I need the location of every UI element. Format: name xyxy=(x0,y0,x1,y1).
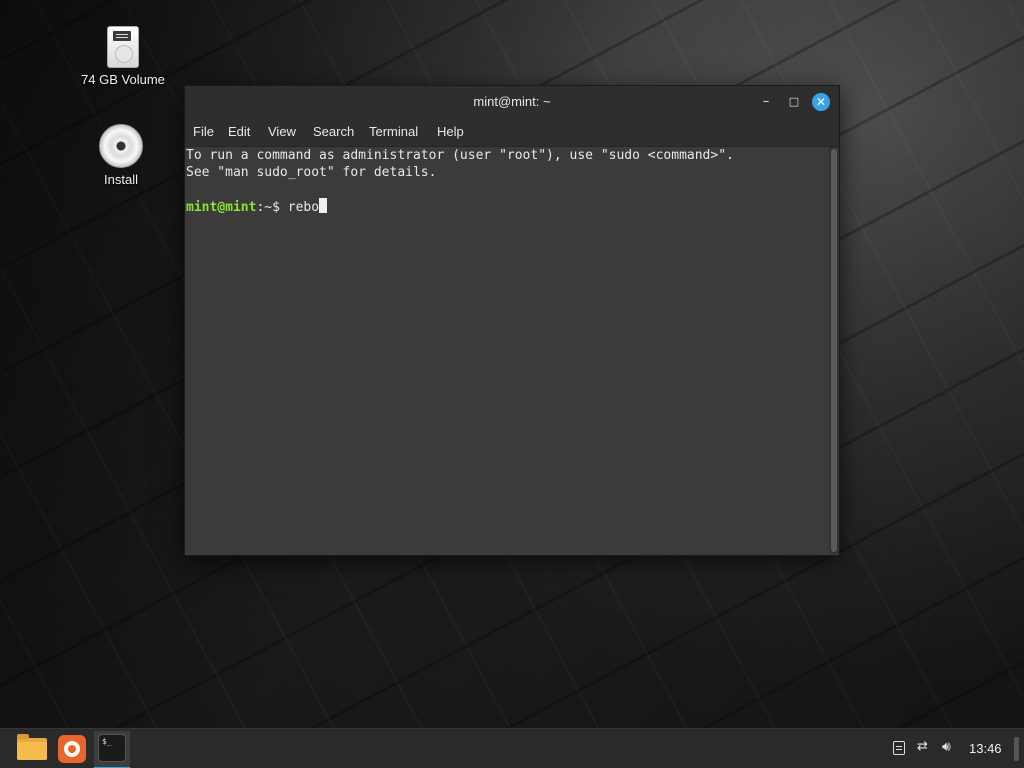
terminal-line: See "man sudo_root" for details. xyxy=(186,165,437,180)
prompt-symbol: $ xyxy=(272,200,288,215)
terminal-line: To run a command as administrator (user … xyxy=(186,148,734,163)
desktop: 74 GB Volume Install mint@mint: ~ – □ ✕ … xyxy=(0,0,1024,768)
prompt-line[interactable]: mint@mint:~$ rebo xyxy=(186,198,328,216)
menu-search[interactable]: Search xyxy=(313,124,354,139)
menu-edit[interactable]: Edit xyxy=(228,124,250,139)
terminal-window[interactable]: mint@mint: ~ – □ ✕ File Edit View Search… xyxy=(184,85,840,556)
show-desktop-button[interactable] xyxy=(1014,737,1019,761)
volume-icon[interactable]: 🔊︎ xyxy=(942,739,951,755)
desktop-icon-label: Install xyxy=(104,172,138,187)
firefox-icon xyxy=(58,735,86,763)
terminal-icon: $_ xyxy=(98,734,126,762)
terminal-launcher[interactable]: $_ xyxy=(94,731,130,768)
menu-bar: File Edit View Search Terminal Help xyxy=(185,118,839,147)
menu-view[interactable]: View xyxy=(268,124,296,139)
close-button[interactable]: ✕ xyxy=(812,93,830,111)
firefox-launcher[interactable] xyxy=(56,733,88,765)
window-titlebar[interactable]: mint@mint: ~ – □ ✕ xyxy=(185,86,839,118)
notes-icon[interactable] xyxy=(893,741,905,755)
desktop-icon-volume[interactable]: 74 GB Volume xyxy=(73,26,173,87)
minimize-button[interactable]: – xyxy=(757,93,775,111)
menu-file[interactable]: File xyxy=(193,124,214,139)
drive-icon xyxy=(107,26,139,68)
scrollbar[interactable] xyxy=(829,147,839,554)
terminal-output[interactable]: To run a command as administrator (user … xyxy=(185,147,829,554)
desktop-icon-install[interactable]: Install xyxy=(71,124,171,187)
files-launcher[interactable] xyxy=(16,733,48,765)
folder-icon xyxy=(17,734,47,760)
menu-help[interactable]: Help xyxy=(437,124,464,139)
maximize-button[interactable]: □ xyxy=(785,93,803,111)
command-input[interactable]: rebo xyxy=(288,200,319,215)
text-cursor xyxy=(319,198,328,213)
window-title: mint@mint: ~ xyxy=(473,94,551,109)
desktop-icon-label: 74 GB Volume xyxy=(81,72,165,87)
taskbar: $_ ⇄ 🔊︎ 13:46 xyxy=(0,728,1024,768)
prompt-path: :~ xyxy=(256,200,273,215)
menu-terminal[interactable]: Terminal xyxy=(369,124,418,139)
network-disconnected-icon[interactable]: ⇄ xyxy=(917,739,928,754)
scrollbar-thumb[interactable] xyxy=(831,149,837,552)
cd-icon xyxy=(99,124,143,168)
prompt-user-host: mint@mint xyxy=(186,200,257,215)
clock[interactable]: 13:46 xyxy=(969,741,1002,756)
